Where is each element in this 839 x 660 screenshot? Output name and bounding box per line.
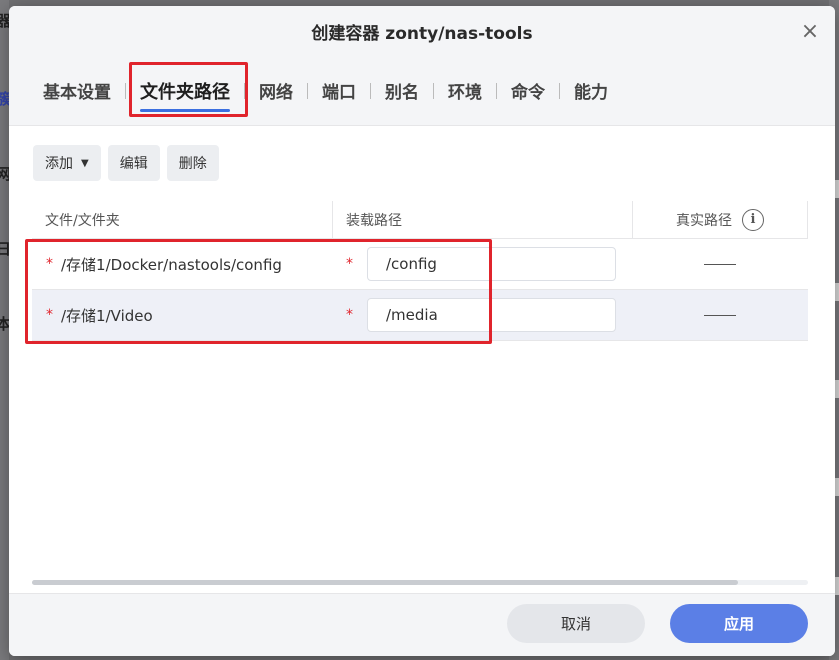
tab-divider <box>307 82 308 99</box>
required-marker: * <box>346 307 353 323</box>
required-marker: * <box>346 256 353 272</box>
tab-basic-settings[interactable]: 基本设置 <box>33 78 121 103</box>
caret-down-icon: ▼ <box>81 157 89 169</box>
tab-divider <box>125 82 126 99</box>
toolbar: 添加 ▼ 编辑 删除 <box>33 145 219 181</box>
tab-folder-paths[interactable]: 文件夹路径 <box>130 78 240 112</box>
add-button-label: 添加 <box>45 156 73 172</box>
dialog-title-bar: 创建容器 zonty/nas-tools × <box>9 6 835 56</box>
tab-divider <box>370 82 371 99</box>
close-icon[interactable]: × <box>799 19 821 44</box>
tab-divider <box>559 82 560 99</box>
file-path: /存储1/Docker/nastools/config <box>61 255 282 274</box>
tab-capabilities[interactable]: 能力 <box>564 78 618 103</box>
delete-button[interactable]: 删除 <box>166 145 219 181</box>
mount-path-input[interactable] <box>367 298 616 332</box>
edit-button[interactable]: 编辑 <box>107 145 160 181</box>
add-button[interactable]: 添加 ▼ <box>33 145 101 181</box>
table-row[interactable]: * /存储1/Docker/nastools/config * <box>32 239 808 290</box>
apply-button[interactable]: 应用 <box>670 604 808 643</box>
tab-command[interactable]: 命令 <box>501 78 555 103</box>
empty-value-dash <box>704 263 736 265</box>
tab-network[interactable]: 网络 <box>249 78 303 103</box>
real-path-cell <box>632 239 808 289</box>
info-icon[interactable]: i <box>742 208 764 231</box>
tab-environment[interactable]: 环境 <box>438 78 492 103</box>
tab-bar: 基本设置 文件夹路径 网络 端口 别名 环境 命令 能力 <box>9 56 835 126</box>
file-cell: * /存储1/Docker/nastools/config <box>32 239 332 289</box>
mount-path-input[interactable] <box>367 247 616 281</box>
tab-aliases[interactable]: 别名 <box>375 78 429 103</box>
edit-button-label: 编辑 <box>119 156 148 172</box>
empty-value-dash <box>704 314 736 316</box>
cancel-button[interactable]: 取消 <box>507 604 645 643</box>
delete-button-label: 删除 <box>178 156 207 172</box>
tab-divider <box>244 82 245 99</box>
background-app-left: 器 簇 网 日 本 <box>0 0 11 660</box>
column-header-mount-path: 装载路径 <box>332 201 632 238</box>
scrollbar-thumb[interactable] <box>32 580 739 585</box>
horizontal-scrollbar[interactable] <box>32 580 808 585</box>
mount-cell: * <box>332 290 632 340</box>
real-path-cell <box>632 290 808 340</box>
mount-cell: * <box>332 239 632 289</box>
table-header: 文件/文件夹 装载路径 真实路径 i <box>32 201 808 239</box>
volume-table: 文件/文件夹 装载路径 真实路径 i * /存储1/Docker/nastool… <box>32 201 808 341</box>
table-row[interactable]: * /存储1/Video * <box>32 290 808 341</box>
required-marker: * <box>46 256 53 272</box>
dialog-footer: 取消 应用 <box>9 593 835 656</box>
required-marker: * <box>46 307 53 323</box>
create-container-dialog: 创建容器 zonty/nas-tools × 基本设置 文件夹路径 网络 端口 … <box>9 6 835 656</box>
file-path: /存储1/Video <box>61 306 153 325</box>
column-header-real-path-label: 真实路径 <box>676 212 732 229</box>
column-header-file: 文件/文件夹 <box>45 212 120 229</box>
file-cell: * /存储1/Video <box>32 290 332 340</box>
dialog-title: 创建容器 zonty/nas-tools <box>311 23 533 44</box>
tab-ports[interactable]: 端口 <box>312 78 366 103</box>
tab-divider <box>433 82 434 99</box>
tab-divider <box>496 82 497 99</box>
column-header-real-path: 真实路径 i <box>632 201 808 238</box>
